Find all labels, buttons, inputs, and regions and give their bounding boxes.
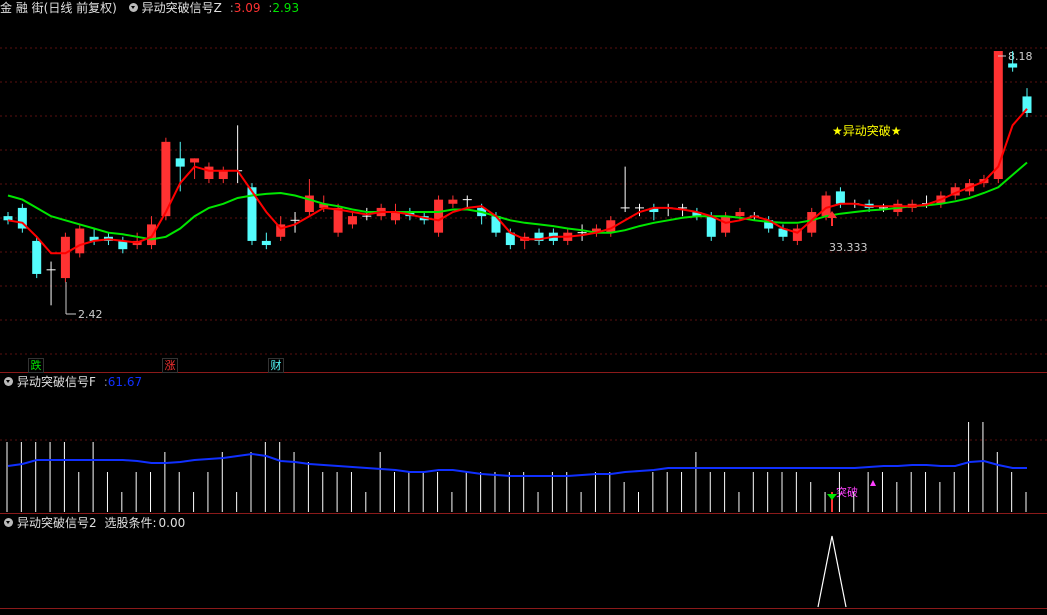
kline-chart[interactable]: [0, 0, 1047, 615]
candle-body: [1022, 96, 1032, 113]
candle-body: [333, 207, 343, 233]
candle-body: [448, 199, 458, 204]
candle-body: [204, 166, 214, 179]
panel-f-down-arrow: [827, 494, 837, 500]
candle-body: [75, 228, 85, 254]
candle-body: [835, 191, 845, 204]
candle-body: [706, 216, 716, 237]
candle-body: [60, 236, 70, 279]
candle-body: [1008, 63, 1018, 68]
ma-fast-line: [7, 108, 1028, 255]
candle-body: [190, 158, 200, 163]
condition-spike: [817, 535, 847, 608]
candle-body: [721, 216, 731, 233]
candle-body: [261, 240, 271, 246]
panel-f-line: [7, 452, 1027, 477]
candle-body: [347, 216, 357, 225]
candle-body: [434, 199, 444, 233]
panel-f-star-icon: [870, 480, 876, 486]
candle-body: [735, 212, 745, 217]
candle-body: [32, 240, 42, 274]
candle-body: [175, 158, 185, 167]
candle-body: [3, 216, 13, 221]
ma-slow-line: [7, 161, 1028, 241]
candle-body: [218, 170, 228, 179]
candle-body: [821, 195, 831, 217]
candle-body: [147, 224, 157, 246]
